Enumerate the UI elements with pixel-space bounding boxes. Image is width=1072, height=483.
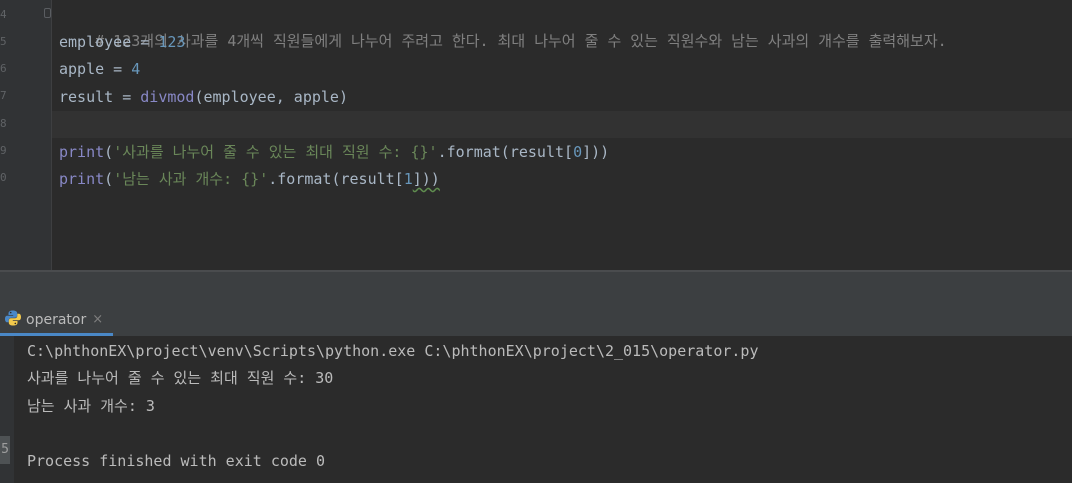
console-output-line: 남는 사과 개수: 3 [27, 397, 155, 415]
builtin-function: print [59, 170, 105, 188]
call-args: (employee, apple) [194, 88, 348, 106]
run-tab-operator[interactable]: operator × [0, 306, 114, 336]
run-tab-bar: operator × [0, 306, 1072, 337]
variable-name: result [59, 88, 114, 106]
method-call: .format(result[ [437, 143, 574, 161]
code-line-apple[interactable]: apple = 4 [59, 56, 140, 83]
code-line-print-1[interactable]: print('사과를 나누어 줄 수 있는 최대 직원 수: {}'.forma… [59, 139, 609, 166]
operator-token: = [131, 33, 159, 51]
editor-gutter: 4 5 6 7 8 9 0 [0, 0, 52, 270]
operator-token: = [104, 60, 132, 78]
console-output-line: Process finished with exit code 0 [27, 452, 326, 470]
line-number: 9 [0, 144, 7, 157]
method-call: .format(result[ [268, 170, 404, 188]
string-literal: '남는 사과 개수: {}' [113, 170, 269, 188]
close-icon[interactable]: × [92, 312, 103, 327]
run-tab-label: operator [26, 311, 87, 328]
gutter-marker: 5 [0, 436, 10, 464]
console-gutter: 5 [0, 336, 14, 483]
fold-marker-icon[interactable] [44, 8, 51, 18]
code-line-print-2[interactable]: print('남는 사과 개수: {}'.format(result[1])) [59, 166, 440, 193]
python-icon [4, 309, 22, 331]
line-number: 6 [0, 62, 7, 75]
console-output-line: C:\phthonEX\project\venv\Scripts\python.… [27, 342, 759, 360]
console-output-line: 사과를 나누어 줄 수 있는 최대 직원 수: 30 [27, 369, 334, 387]
line-number: 7 [0, 89, 7, 102]
tool-window-strip [0, 272, 1072, 307]
number-literal: 1 [403, 170, 413, 188]
paren-token: ( [104, 170, 114, 188]
paren-token: ( [104, 143, 114, 161]
number-literal: 123 [158, 33, 186, 51]
builtin-function: divmod [140, 88, 195, 106]
comment-text: # 123개의 사과를 4개씩 직원들에게 나누어 주려고 한다. 최대 나누어… [95, 32, 947, 50]
number-literal: 0 [573, 143, 583, 161]
paren-token: ])) [412, 170, 440, 188]
line-number: 5 [0, 35, 7, 48]
code-editor[interactable]: 4 5 6 7 8 9 0 # 123개의 사과를 4개씩 직원들에게 나누어 … [0, 0, 1072, 270]
code-line-comment[interactable]: # 123개의 사과를 4개씩 직원들에게 나누어 주려고 한다. 최대 나누어… [59, 1, 947, 50]
code-line-employee[interactable]: employee = 123 [59, 29, 185, 56]
operator-token: = [113, 88, 141, 106]
builtin-function: print [59, 143, 105, 161]
string-literal: '사과를 나누어 줄 수 있는 최대 직원 수: {}' [113, 143, 438, 161]
line-number: 0 [0, 171, 7, 184]
line-number: 8 [0, 117, 7, 130]
number-literal: 4 [131, 60, 141, 78]
variable-name: employee [59, 33, 132, 51]
code-line-result[interactable]: result = divmod(employee, apple) [59, 84, 348, 111]
variable-name: apple [59, 60, 105, 78]
run-console[interactable]: 5 C:\phthonEX\project\venv\Scripts\pytho… [0, 336, 1072, 483]
line-number: 4 [0, 8, 7, 21]
current-line-highlight [52, 111, 1072, 138]
paren-token: ])) [582, 143, 610, 161]
